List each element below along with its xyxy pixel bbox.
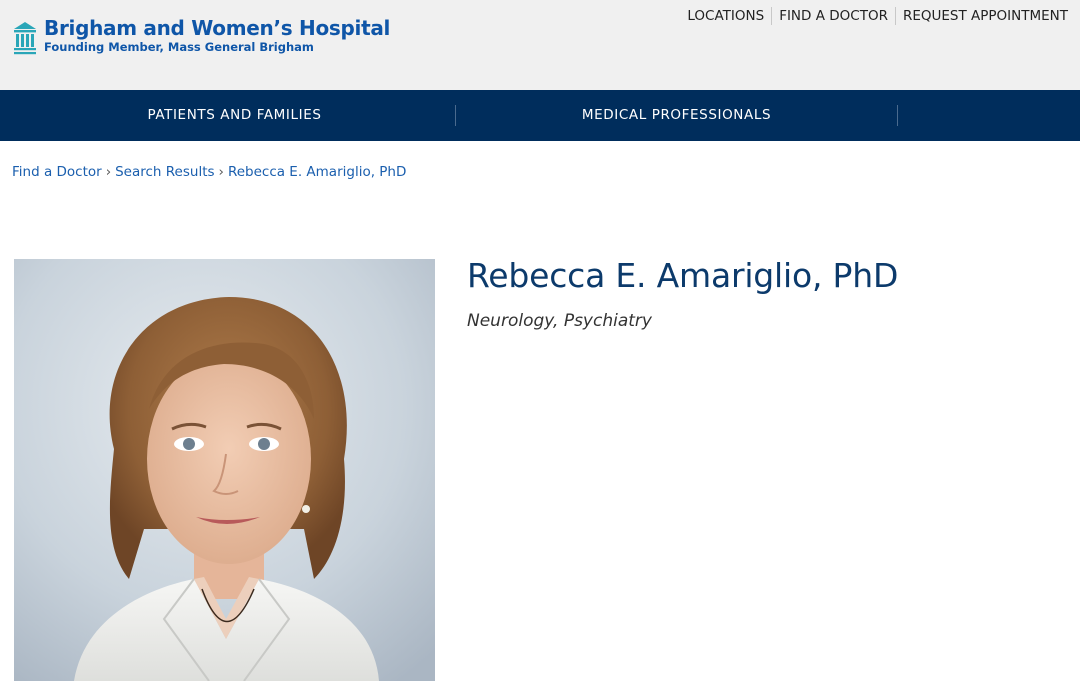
nav-divider [897,105,898,126]
nav-medical-professionals[interactable]: MEDICAL PROFESSIONALS [456,90,897,141]
hospital-logo[interactable]: Brigham and Women’s Hospital Founding Me… [12,17,390,57]
utility-link-request-appointment[interactable]: REQUEST APPOINTMENT [894,7,1068,25]
logo-text: Brigham and Women’s Hospital Founding Me… [44,17,390,55]
breadcrumb-search-results[interactable]: Search Results [115,164,214,180]
headshot-photo-icon [14,259,435,681]
utility-nav: LOCATIONS FIND A DOCTOR REQUEST APPOINTM… [680,7,1068,25]
utility-link-locations[interactable]: LOCATIONS [680,7,771,25]
specialty-link-psychiatry[interactable]: Psychiatry [564,311,652,331]
nav-patients-and-families[interactable]: PATIENTS AND FAMILIES [14,90,455,141]
specialty-link-neurology[interactable]: Neurology [467,311,553,331]
breadcrumb-current-page[interactable]: Rebecca E. Amariglio, PhD [228,164,406,180]
main-nav: PATIENTS AND FAMILIES MEDICAL PROFESSION… [0,90,1080,141]
hospital-columns-logo-icon [14,22,36,55]
utility-link-find-a-doctor[interactable]: FIND A DOCTOR [771,7,895,25]
specialty-separator: , [553,311,559,331]
hospital-name: Brigham and Women’s Hospital [44,16,391,40]
site-header: Brigham and Women’s Hospital Founding Me… [0,0,1080,90]
doctor-photo [14,259,435,681]
hospital-subtitle: Founding Member, Mass General Brigham [44,40,314,54]
doctor-name: Rebecca E. Amariglio, PhD [467,256,899,295]
specialty-list: Neurology, Psychiatry [467,311,652,331]
breadcrumb: Find a Doctor › Search Results › Rebecca E. … [12,164,406,180]
breadcrumb-chevron-icon: › [218,164,224,180]
breadcrumb-chevron-icon: › [105,164,112,180]
breadcrumb-find-a-doctor[interactable]: Find a Doctor [12,164,102,180]
